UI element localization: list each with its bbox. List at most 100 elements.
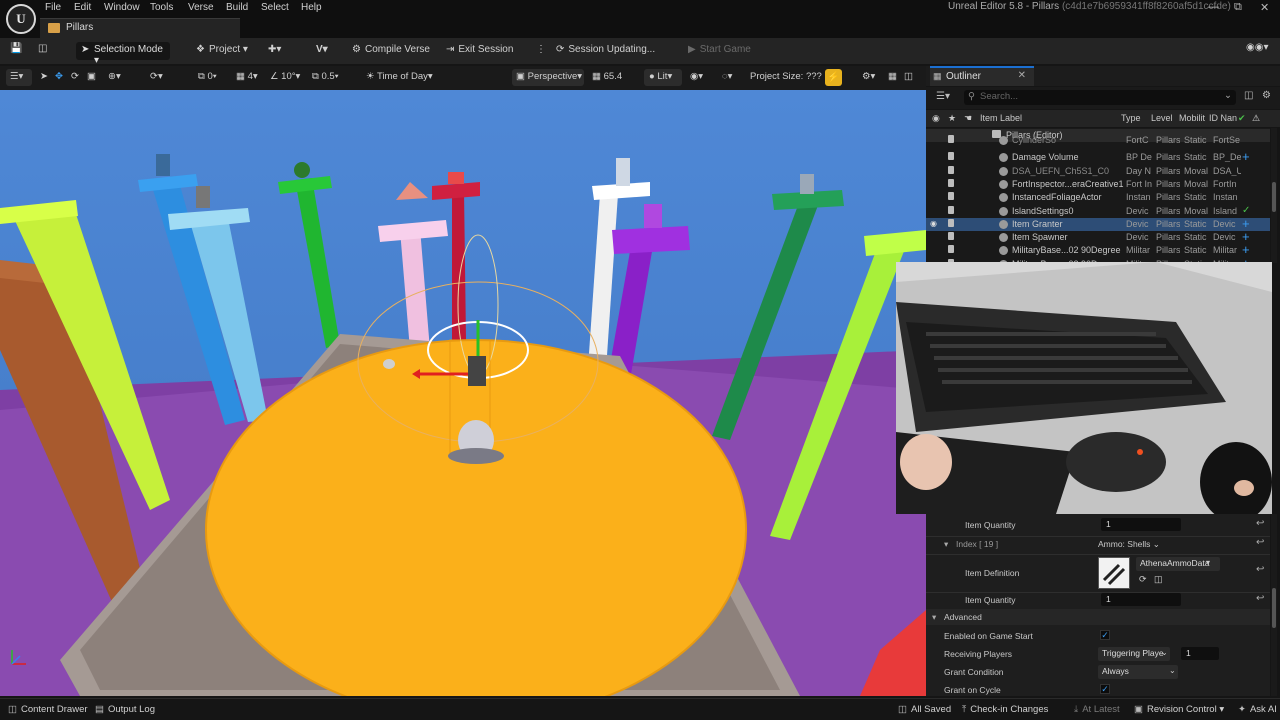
reset-to-default-icon[interactable]: ↩ <box>1256 518 1264 529</box>
settings-gear-icon[interactable]: ⚙▾ <box>862 71 875 82</box>
grid-snap-toggle[interactable]: ▦ 4▾ <box>236 71 258 82</box>
outliner-scrollbar[interactable] <box>1271 128 1277 263</box>
star-icon[interactable]: ★ <box>948 113 956 124</box>
show-flags-icon[interactable]: ◉▾ <box>690 71 703 82</box>
outliner-scroll-thumb[interactable] <box>1272 182 1276 212</box>
pin-icon[interactable]: ☚ <box>964 113 972 124</box>
chevron-down-icon[interactable]: ⌄ <box>1224 90 1232 101</box>
menu-help[interactable]: Help <box>301 2 322 13</box>
performance-warning-icon[interactable]: ⚡ <box>825 69 842 86</box>
unreal-logo-icon[interactable]: U <box>6 4 36 34</box>
select-tool-icon[interactable]: ➤ <box>40 71 48 82</box>
outliner-search-input[interactable]: ⚲ Search... ⌄ <box>964 90 1236 105</box>
revision-check-icon[interactable]: ✔ <box>1238 113 1246 124</box>
outliner-row[interactable]: MilitaryBase...02 90Degree Militar Pillars… <box>926 242 1270 257</box>
reset-definition-icon[interactable]: ↩ <box>1256 564 1264 575</box>
restore-icon[interactable]: ⧉ <box>1234 1 1242 14</box>
details-scrollbar[interactable] <box>1271 514 1277 696</box>
rotate-tool-icon[interactable]: ⟳ <box>71 71 79 82</box>
warning-icon[interactable]: ⚠ <box>1252 113 1260 124</box>
column-type[interactable]: Type <box>1121 113 1141 123</box>
pin-toggle-icon[interactable] <box>948 205 954 214</box>
verse-icon[interactable]: V▾ <box>316 44 328 55</box>
grant-on-cycle-checkbox[interactable]: ✓ <box>1100 684 1110 694</box>
pin-toggle-icon[interactable] <box>948 135 954 143</box>
checked-revision-icon[interactable]: ✓ <box>1242 205 1250 216</box>
start-game-button[interactable]: ▶ Start Game <box>688 44 751 55</box>
add-actor-button[interactable]: ✚▾ <box>268 44 281 55</box>
users-icon[interactable]: ◉◉▾ <box>1246 42 1268 53</box>
check-in-changes-button[interactable]: ⤒ Check-in Changes <box>962 704 1048 715</box>
save-icon[interactable]: 💾 <box>10 43 22 54</box>
lit-dropdown[interactable]: ● Lit▾ <box>649 71 672 82</box>
column-mobility[interactable]: Mobilit <box>1179 113 1205 123</box>
more-options-icon[interactable]: ⋮ <box>536 44 546 55</box>
compile-verse-button[interactable]: ⚙ Compile Verse <box>352 44 430 55</box>
rotate-snap-toggle[interactable]: ⧉ 0▾ <box>198 71 217 82</box>
project-dropdown[interactable]: ❖ Project ▾ <box>196 44 248 55</box>
advanced-section-header[interactable]: ▾ Advanced <box>926 609 1270 625</box>
time-of-day-dropdown[interactable]: ☀ Time of Day▾ <box>366 71 433 82</box>
outliner-row[interactable]: CylinderSo FortC Pillars Static FortSe <box>926 134 1270 147</box>
pin-toggle-icon[interactable] <box>948 152 954 161</box>
filter-icon[interactable]: ☰▾ <box>936 91 950 102</box>
pin-toggle-icon[interactable] <box>948 192 954 201</box>
world-space-icon[interactable]: ⊕▾ <box>108 71 121 82</box>
outliner-row[interactable]: IslandSettings0 Devic Pillars Moval Island ✓ <box>926 205 1270 218</box>
add-revision-icon[interactable]: + <box>1242 149 1250 164</box>
minimize-icon[interactable]: — <box>1208 1 1219 13</box>
item-quantity-input-2[interactable]: 1 <box>1101 593 1181 606</box>
browse-asset-icon[interactable]: ⟳ <box>1139 574 1147 585</box>
receiving-players-number[interactable]: 1 <box>1181 647 1219 660</box>
array-index-value[interactable]: Ammo: Shells ⌄ <box>1098 539 1160 550</box>
revision-control-dropdown[interactable]: ▣ Revision Control ▾ <box>1134 704 1224 715</box>
pin-toggle-icon[interactable] <box>948 165 954 174</box>
maximize-viewport-icon[interactable]: ◫ <box>904 71 913 82</box>
all-saved-button[interactable]: ◫ All Saved <box>898 704 951 715</box>
content-browser-icon[interactable]: ◫ <box>38 43 47 54</box>
column-id-name[interactable]: ID Nan <box>1209 113 1237 123</box>
index-expand-icon[interactable]: ▾ <box>944 539 948 550</box>
surface-snap-icon[interactable]: ⟳▾ <box>150 71 163 82</box>
menu-build[interactable]: Build <box>226 2 248 13</box>
enabled-on-game-start-checkbox[interactable]: ✓ <box>1100 630 1110 640</box>
output-log-button[interactable]: ▤ Output Log <box>95 704 155 715</box>
pin-toggle-icon[interactable] <box>948 178 954 187</box>
outliner-tab[interactable]: ▦ Outliner ✕ <box>930 66 1034 86</box>
use-selected-icon[interactable]: ◫ <box>1154 574 1163 585</box>
move-tool-icon[interactable]: ✥ <box>55 71 63 82</box>
close-window-icon[interactable]: ✕ <box>1260 1 1269 14</box>
menu-select[interactable]: Select <box>261 2 289 13</box>
outliner-row[interactable]: Item Spawner Devic Pillars Static Devic + <box>926 229 1270 244</box>
column-level[interactable]: Level <box>1151 113 1173 123</box>
outliner-settings-icon[interactable]: ⚙ <box>1262 90 1271 101</box>
visibility-column-icon[interactable]: ◉ <box>932 113 940 124</box>
pin-toggle-icon[interactable] <box>948 232 954 241</box>
selection-mode-dropdown[interactable]: ➤ Selection Mode ▾ <box>76 42 170 66</box>
menu-window[interactable]: Window <box>104 2 140 13</box>
fov-dropdown[interactable]: ▦ 65.4 <box>592 71 622 82</box>
menu-edit[interactable]: Edit <box>74 2 91 13</box>
reset-quantity-icon[interactable]: ↩ <box>1256 593 1264 604</box>
scale-tool-icon[interactable]: ▣ <box>87 71 96 82</box>
ammo-thumbnail-icon[interactable] <box>1098 557 1130 589</box>
grant-condition-dropdown[interactable]: Always <box>1098 665 1178 679</box>
content-drawer-button[interactable]: ◫ Content Drawer <box>8 704 88 715</box>
angle-snap-toggle[interactable]: ∠ 10°▾ <box>270 71 300 82</box>
menu-verse[interactable]: Verse <box>188 2 214 13</box>
scale-snap-toggle[interactable]: ⧉ 0.5▾ <box>312 71 339 82</box>
outliner-row[interactable]: DSA_UEFN_Ch5S1_C0 Day N Pillars Moval DSA_U <box>926 165 1270 178</box>
pin-toggle-icon[interactable] <box>948 218 954 227</box>
level-viewport[interactable] <box>0 90 926 696</box>
map-tab-pillars[interactable]: Pillars <box>40 18 240 38</box>
item-quantity-input-1[interactable]: 1 <box>1101 518 1181 531</box>
details-scroll-thumb[interactable] <box>1272 588 1276 628</box>
outliner-row[interactable]: FortInspector...eraCreative1 Fort In Pilla… <box>926 178 1270 191</box>
outliner-row[interactable]: Damage Volume BP De Pillars Static BP_De + <box>926 149 1270 164</box>
pin-toggle-icon[interactable] <box>948 245 954 254</box>
outliner-row[interactable]: InstancedFoliageActor Instan Pillars Static… <box>926 191 1270 204</box>
visibility-eye-icon[interactable]: ◉ <box>930 219 937 228</box>
ask-ai-button[interactable]: ✦ Ask AI <box>1238 704 1277 715</box>
perspective-dropdown[interactable]: ▣ Perspective▾ <box>516 71 582 82</box>
layout-icon[interactable]: ▦ <box>888 71 897 82</box>
